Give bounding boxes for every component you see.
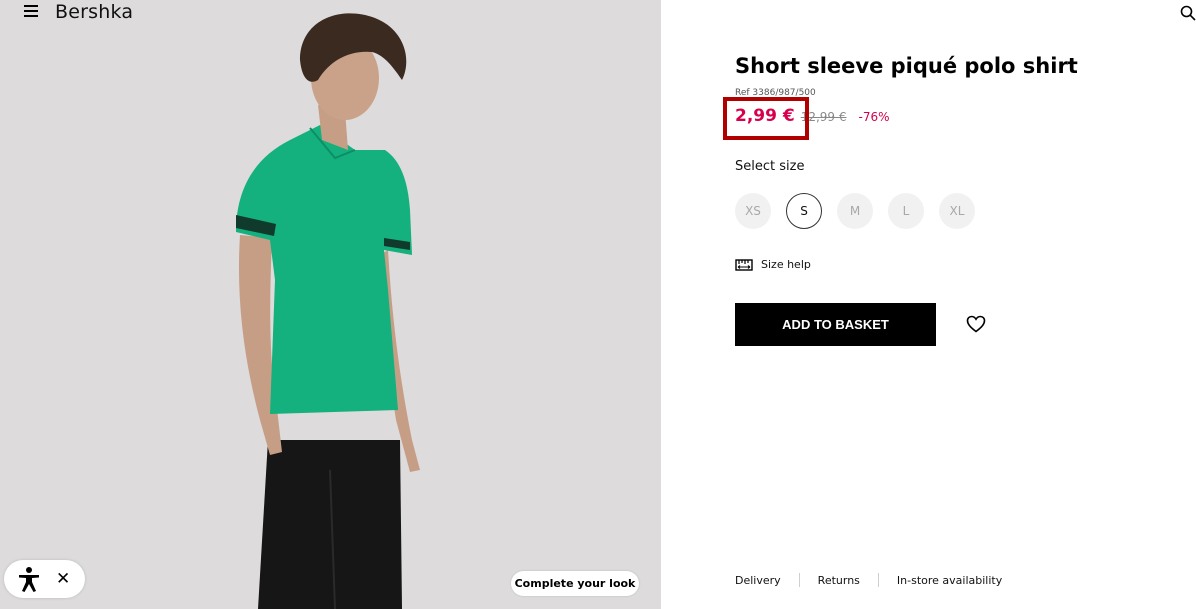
- delivery-link[interactable]: Delivery: [735, 574, 781, 587]
- heart-icon[interactable]: [966, 315, 986, 333]
- close-icon[interactable]: ✕: [56, 569, 70, 589]
- model-photo: [0, 0, 661, 609]
- add-to-basket-button[interactable]: ADD TO BASKET: [735, 303, 936, 346]
- size-selector: XS S M L XL: [735, 193, 975, 229]
- search-icon[interactable]: [1180, 5, 1196, 21]
- price-highlight-box: [723, 97, 809, 140]
- brand-logo[interactable]: Bershka: [55, 1, 133, 23]
- returns-link[interactable]: Returns: [818, 574, 860, 587]
- ruler-icon: [735, 259, 753, 271]
- product-title: Short sleeve piqué polo shirt: [735, 54, 1078, 78]
- size-option-l[interactable]: L: [888, 193, 924, 229]
- accessibility-icon[interactable]: [14, 564, 44, 594]
- footer-links: Delivery Returns In-store availability: [735, 573, 1002, 587]
- size-option-xs[interactable]: XS: [735, 193, 771, 229]
- size-option-m[interactable]: M: [837, 193, 873, 229]
- size-help-link[interactable]: Size help: [735, 257, 811, 271]
- discount-badge: -76%: [858, 110, 890, 124]
- divider: [798, 573, 800, 587]
- size-help-label: Size help: [761, 257, 811, 271]
- product-image[interactable]: Bershka ✕ Complete your look: [0, 0, 661, 609]
- accessibility-widget: ✕: [4, 560, 85, 598]
- select-size-label: Select size: [735, 159, 805, 174]
- menu-icon[interactable]: [24, 5, 40, 19]
- size-option-s[interactable]: S: [786, 193, 822, 229]
- complete-your-look-button[interactable]: Complete your look: [511, 571, 639, 596]
- divider: [877, 573, 879, 587]
- in-store-availability-link[interactable]: In-store availability: [897, 574, 1002, 587]
- size-option-xl[interactable]: XL: [939, 193, 975, 229]
